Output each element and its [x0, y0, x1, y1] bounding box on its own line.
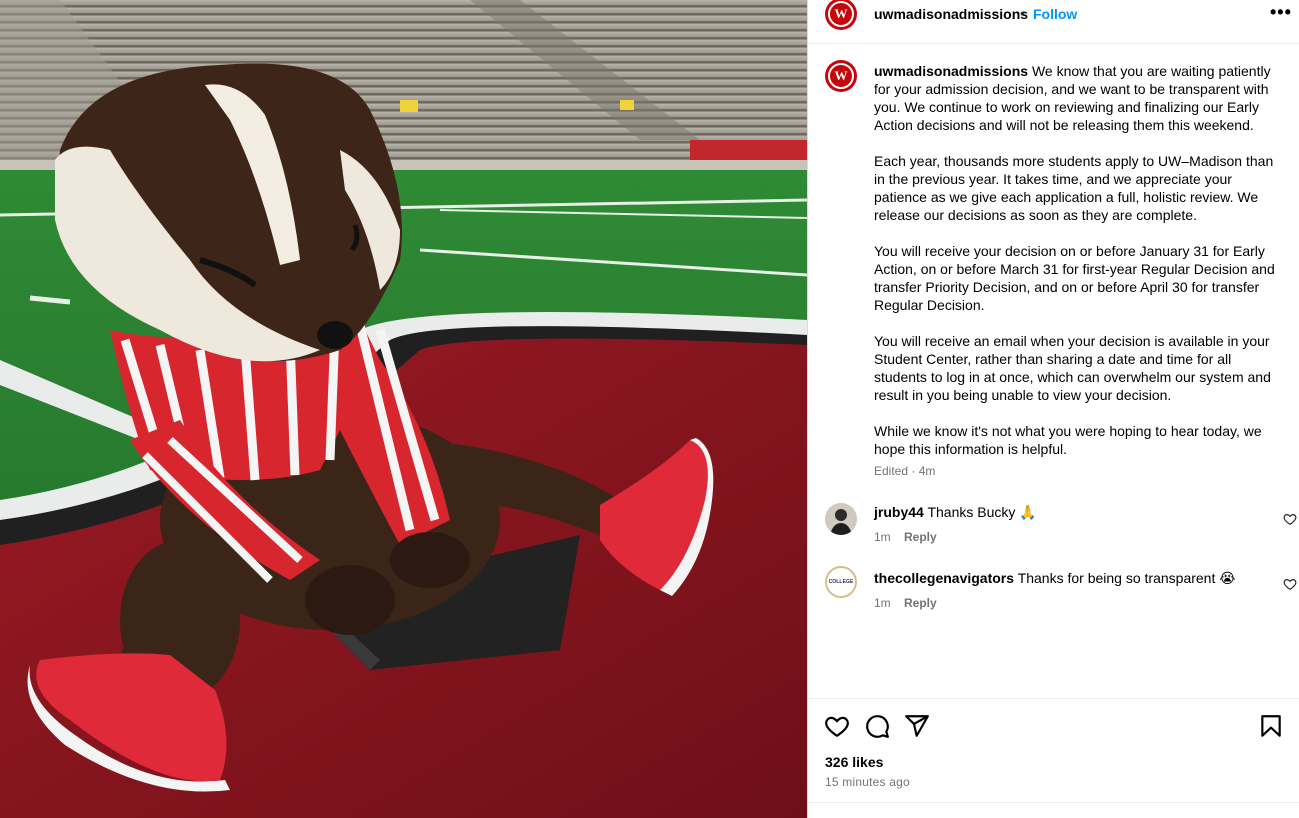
comment-meta: 1m Reply [874, 596, 937, 610]
caption-paragraph-5: While we know it's not what you were hop… [874, 423, 1262, 457]
follow-button[interactable]: Follow [1033, 6, 1077, 22]
photo-bucky-badger-stadium [0, 0, 807, 818]
avatar-logo-text: COLLEGE [828, 579, 854, 585]
post-sidebar: W uwmadisonadmissions • Follow ••• W uwm… [807, 0, 1299, 818]
commenter-avatar[interactable] [825, 503, 857, 535]
comment-meta: 1m Reply [874, 530, 937, 544]
bookmark-icon[interactable] [1258, 713, 1284, 739]
post-timestamp[interactable]: 15 minutes ago [825, 775, 910, 789]
author-avatar[interactable]: W [825, 0, 857, 30]
author-username[interactable]: uwmadisonadmissions [874, 6, 1028, 22]
heart-icon[interactable] [824, 713, 850, 739]
share-icon[interactable] [904, 713, 930, 739]
avatar-logo-letter: W [834, 6, 848, 21]
reply-button[interactable]: Reply [904, 596, 937, 610]
caption-username[interactable]: uwmadisonadmissions [874, 63, 1028, 79]
comment-username[interactable]: jruby44 [874, 504, 924, 520]
likes-count[interactable]: 326 likes [825, 754, 883, 770]
divider [808, 802, 1299, 803]
comment-time: 1m [874, 530, 891, 544]
comment-like-heart-icon[interactable] [1283, 577, 1297, 591]
caption-paragraph-2: Each year, thousands more students apply… [874, 153, 1274, 223]
commenter-avatar-photo [825, 503, 857, 535]
comment-username[interactable]: thecollegenavigators [874, 570, 1014, 586]
comment-item: COLLEGE thecollegenavigators Thanks for … [808, 566, 1299, 626]
commenter-avatar[interactable]: COLLEGE [825, 566, 857, 598]
caption-paragraph: uwmadisonadmissions We know that you are… [874, 62, 1280, 134]
comment-time: 1m [874, 596, 891, 610]
comment-body: Thanks for being so transparent 😭 [1017, 570, 1236, 586]
comment-item: jruby44 Thanks Bucky 🙏 1m Reply [808, 502, 1299, 562]
avatar-logo-letter: W [834, 68, 848, 83]
instagram-post-modal: W uwmadisonadmissions • Follow ••• W uwm… [0, 0, 1299, 818]
comment-text: thecollegenavigators Thanks for being so… [874, 569, 1236, 587]
caption-paragraph-4: You will receive an email when your deci… [874, 333, 1271, 403]
caption-text: uwmadisonadmissions We know that you are… [874, 62, 1280, 476]
action-bar: 326 likes 15 minutes ago [808, 698, 1299, 818]
caption-avatar[interactable]: W [825, 60, 857, 92]
avatar-ring: W [828, 63, 854, 89]
comment-like-heart-icon[interactable] [1283, 512, 1297, 526]
avatar-logo: COLLEGE [827, 568, 855, 596]
post-photo[interactable] [0, 0, 807, 818]
comment-icon[interactable] [864, 713, 890, 739]
comment-body: Thanks Bucky 🙏 [927, 504, 1037, 520]
more-icon[interactable]: ••• [1270, 2, 1292, 23]
post-header: W uwmadisonadmissions • Follow ••• [808, 0, 1299, 44]
reply-button[interactable]: Reply [904, 530, 937, 544]
caption-edited-time: Edited · 4m [874, 464, 936, 478]
comment-text: jruby44 Thanks Bucky 🙏 [874, 503, 1037, 521]
separator-dot: • [1020, 5, 1025, 21]
caption-paragraph-3: You will receive your decision on or bef… [874, 243, 1275, 313]
avatar-ring: W [828, 1, 854, 27]
